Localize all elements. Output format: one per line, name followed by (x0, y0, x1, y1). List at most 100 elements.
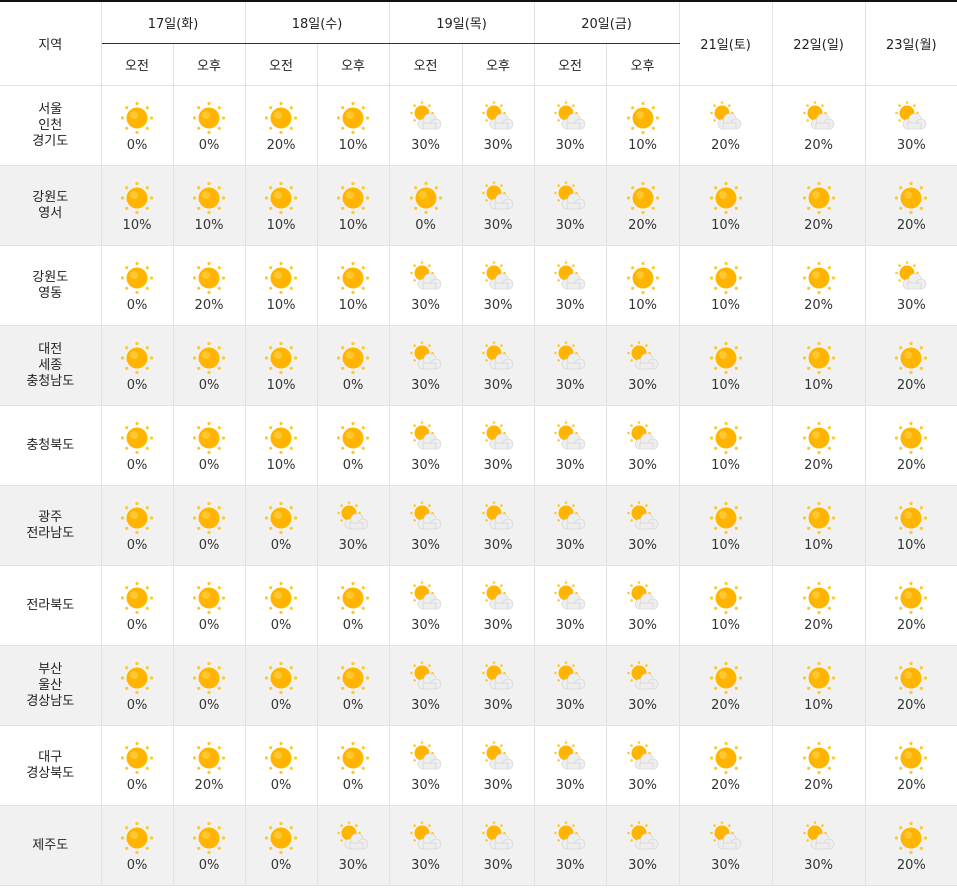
region-name: 세종 (38, 357, 63, 373)
forecast-cell: 20% (771, 85, 866, 166)
partly-cloudy-icon (481, 819, 515, 855)
sun-icon (336, 99, 370, 135)
precip-probability: 30% (804, 857, 834, 873)
forecast-cell: 30% (461, 725, 535, 806)
forecast-cell: 30% (605, 805, 680, 886)
sun-icon (709, 179, 743, 215)
forecast-cell: 30% (678, 805, 773, 886)
sun-icon (120, 739, 154, 775)
precip-probability: 10% (266, 297, 296, 313)
precip-probability: 10% (711, 217, 741, 233)
precip-probability: 10% (804, 537, 834, 553)
partly-cloudy-icon (553, 739, 587, 775)
forecast-cell: 10% (100, 165, 174, 246)
am-header: 오전 (533, 43, 607, 86)
partly-cloudy-icon (409, 819, 443, 855)
precip-probability: 30% (555, 777, 585, 793)
precip-probability: 0% (126, 697, 148, 713)
precip-probability: 20% (804, 297, 834, 313)
precip-probability: 30% (483, 217, 513, 233)
precip-probability: 20% (896, 697, 926, 713)
forecast-cell: 30% (316, 805, 390, 886)
forecast-cell: 30% (461, 485, 535, 566)
forecast-cell: 30% (388, 645, 463, 726)
precip-probability: 30% (555, 537, 585, 553)
forecast-cell: 10% (244, 165, 318, 246)
forecast-cell: 10% (864, 485, 957, 566)
precip-probability: 10% (804, 697, 834, 713)
sun-icon (336, 179, 370, 215)
region-cell: 대구 경상북도 (0, 725, 102, 806)
region-name: 인천 (38, 117, 63, 133)
table-row: 충청북도 0% 0% 10% 0% 30% 30% 30% 30% 10% 20% 20% (0, 405, 957, 486)
precip-probability: 0% (198, 137, 220, 153)
precip-probability: 10% (711, 377, 741, 393)
sun-icon (264, 259, 298, 295)
forecast-cell: 20% (864, 645, 957, 726)
precip-probability: 10% (266, 457, 296, 473)
forecast-cell: 0% (100, 645, 174, 726)
partly-cloudy-icon (626, 659, 660, 695)
table-row: 광주 전라남도 0% 0% 0% 30% 30% 30% 30% 30% 10% 10% 10% (0, 485, 957, 566)
precip-probability: 30% (483, 777, 513, 793)
partly-cloudy-icon (553, 259, 587, 295)
precip-probability: 20% (896, 377, 926, 393)
partly-cloudy-icon (626, 579, 660, 615)
precip-probability: 30% (411, 697, 440, 713)
partly-cloudy-icon (553, 499, 587, 535)
forecast-cell: 20% (864, 565, 957, 646)
forecast-cell: 20% (771, 565, 866, 646)
sun-icon (192, 739, 226, 775)
forecast-cell: 0% (172, 565, 246, 646)
forecast-cell: 10% (172, 165, 246, 246)
sun-icon (336, 259, 370, 295)
table-row: 대구 경상북도 0% 20% 0% 0% 30% 30% 30% 30% 20% 20% 20% (0, 725, 957, 806)
partly-cloudy-icon (802, 819, 836, 855)
precip-probability: 20% (804, 137, 834, 153)
partly-cloudy-icon (481, 739, 515, 775)
sun-icon (120, 499, 154, 535)
forecast-cell: 30% (864, 85, 957, 166)
forecast-cell: 20% (864, 325, 957, 406)
sun-icon (264, 179, 298, 215)
forecast-cell: 30% (461, 405, 535, 486)
forecast-cell: 20% (771, 725, 866, 806)
partly-cloudy-icon (553, 419, 587, 455)
region-name: 울산 (38, 677, 63, 693)
day-header: 19일(목) (388, 0, 535, 44)
precip-probability: 30% (338, 857, 368, 873)
partly-cloudy-icon (553, 819, 587, 855)
sun-icon (894, 659, 928, 695)
partly-cloudy-icon (409, 579, 443, 615)
forecast-cell: 30% (388, 485, 463, 566)
precip-probability: 30% (483, 137, 513, 153)
precip-probability: 30% (628, 777, 657, 793)
forecast-cell: 30% (533, 325, 607, 406)
region-name: 대구 (38, 749, 63, 765)
sun-icon (802, 579, 836, 615)
partly-cloudy-icon (409, 99, 443, 135)
partly-cloudy-icon (709, 99, 743, 135)
precip-probability: 10% (338, 217, 368, 233)
precip-probability: 0% (270, 617, 292, 633)
precip-probability: 30% (483, 457, 513, 473)
table-row: 전라북도 0% 0% 0% 0% 30% 30% 30% 30% 10% 20% 20% (0, 565, 957, 646)
sun-icon (709, 659, 743, 695)
forecast-cell: 0% (100, 805, 174, 886)
precip-probability: 20% (804, 617, 834, 633)
forecast-cell: 30% (533, 565, 607, 646)
sun-icon (264, 499, 298, 535)
precip-probability: 0% (270, 697, 292, 713)
precip-probability: 0% (198, 537, 220, 553)
precip-probability: 30% (628, 537, 657, 553)
forecast-cell: 30% (461, 245, 535, 326)
region-name: 전라남도 (26, 525, 75, 541)
sun-icon (192, 819, 226, 855)
region-name: 영동 (38, 285, 63, 301)
region-name: 부산 (38, 661, 63, 677)
day-header: 22일(일) (771, 0, 866, 86)
sun-icon (709, 579, 743, 615)
forecast-cell: 0% (244, 725, 318, 806)
sun-icon (336, 659, 370, 695)
sun-icon (626, 259, 660, 295)
